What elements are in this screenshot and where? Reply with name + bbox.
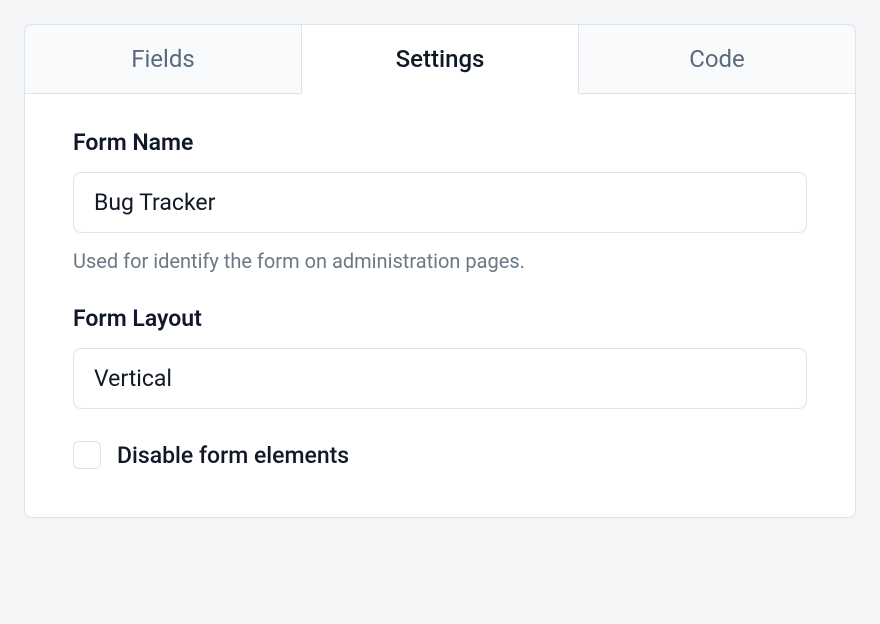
form-layout-select-wrapper	[73, 348, 807, 409]
tab-settings[interactable]: Settings	[301, 24, 579, 94]
tab-code[interactable]: Code	[579, 24, 856, 94]
disable-checkbox[interactable]	[73, 441, 101, 469]
tab-fields[interactable]: Fields	[24, 24, 301, 94]
disable-checkbox-row: Disable form elements	[73, 441, 807, 469]
form-layout-group: Form Layout	[73, 305, 807, 409]
form-name-input[interactable]	[73, 172, 807, 233]
form-name-label: Form Name	[73, 129, 807, 156]
form-layout-select[interactable]	[73, 348, 807, 409]
form-layout-label: Form Layout	[73, 305, 807, 332]
settings-panel: Form Name Used for identify the form on …	[24, 93, 856, 518]
tabs-list: Fields Settings Code	[24, 24, 856, 94]
disable-checkbox-label[interactable]: Disable form elements	[117, 442, 349, 469]
form-settings-container: Fields Settings Code Form Name Used for …	[24, 24, 856, 518]
form-name-group: Form Name Used for identify the form on …	[73, 129, 807, 273]
form-disable-group: Disable form elements	[73, 441, 807, 469]
form-name-help: Used for identify the form on administra…	[73, 249, 807, 273]
